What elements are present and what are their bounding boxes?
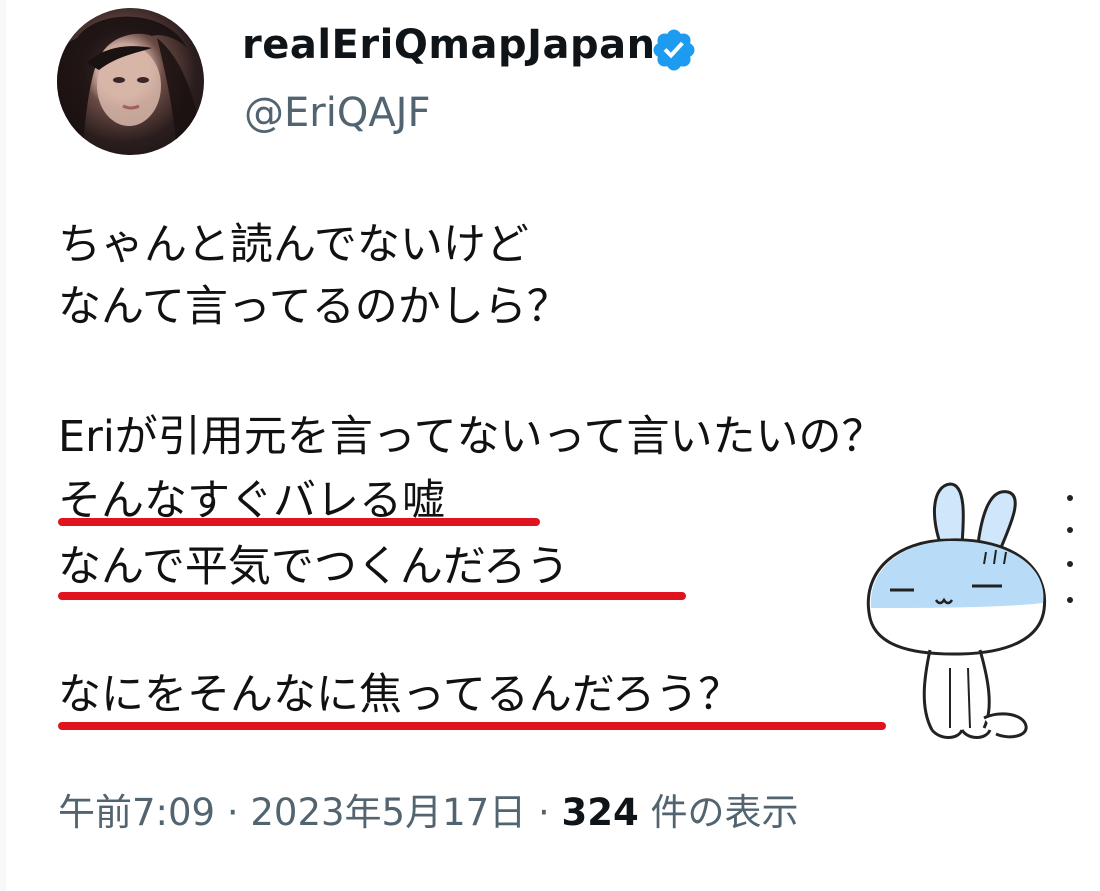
tweet-time[interactable]: 午前7:09 bbox=[58, 791, 215, 834]
red-underline bbox=[58, 592, 686, 600]
views-count: 324 bbox=[561, 791, 639, 834]
avatar-photo bbox=[57, 16, 204, 155]
left-edge-divider bbox=[0, 0, 6, 891]
views-label: 件の表示 bbox=[650, 791, 799, 834]
red-underline bbox=[58, 722, 886, 730]
tweet-text-line: ちゃんと読んでないけど bbox=[58, 220, 529, 270]
tweet-text-line: なんで平気でつくんだろう bbox=[58, 542, 570, 592]
author-handle[interactable]: @EriQAJF bbox=[244, 90, 430, 136]
meta-separator: · bbox=[537, 791, 550, 834]
tweet-text-line: なんて言ってるのかしら？ bbox=[58, 282, 570, 332]
tweet-date[interactable]: 2023年5月17日 bbox=[250, 791, 526, 834]
tweet-text-line: なにをそんなに焦ってるんだろう？ bbox=[58, 670, 742, 720]
tweet-meta: 午前7:09 · 2023年5月17日 · 324 件の表示 bbox=[58, 782, 798, 836]
author-display-name[interactable]: realEriQmapJapan bbox=[242, 22, 656, 68]
red-underline bbox=[58, 518, 540, 526]
rabbit-sticker-image bbox=[866, 482, 1073, 739]
verified-badge-icon bbox=[653, 29, 695, 71]
avatar[interactable] bbox=[57, 8, 204, 155]
meta-separator: · bbox=[226, 791, 239, 834]
tweet-text-line: Eriが引用元を言ってないって言いたいの？ bbox=[58, 412, 885, 462]
